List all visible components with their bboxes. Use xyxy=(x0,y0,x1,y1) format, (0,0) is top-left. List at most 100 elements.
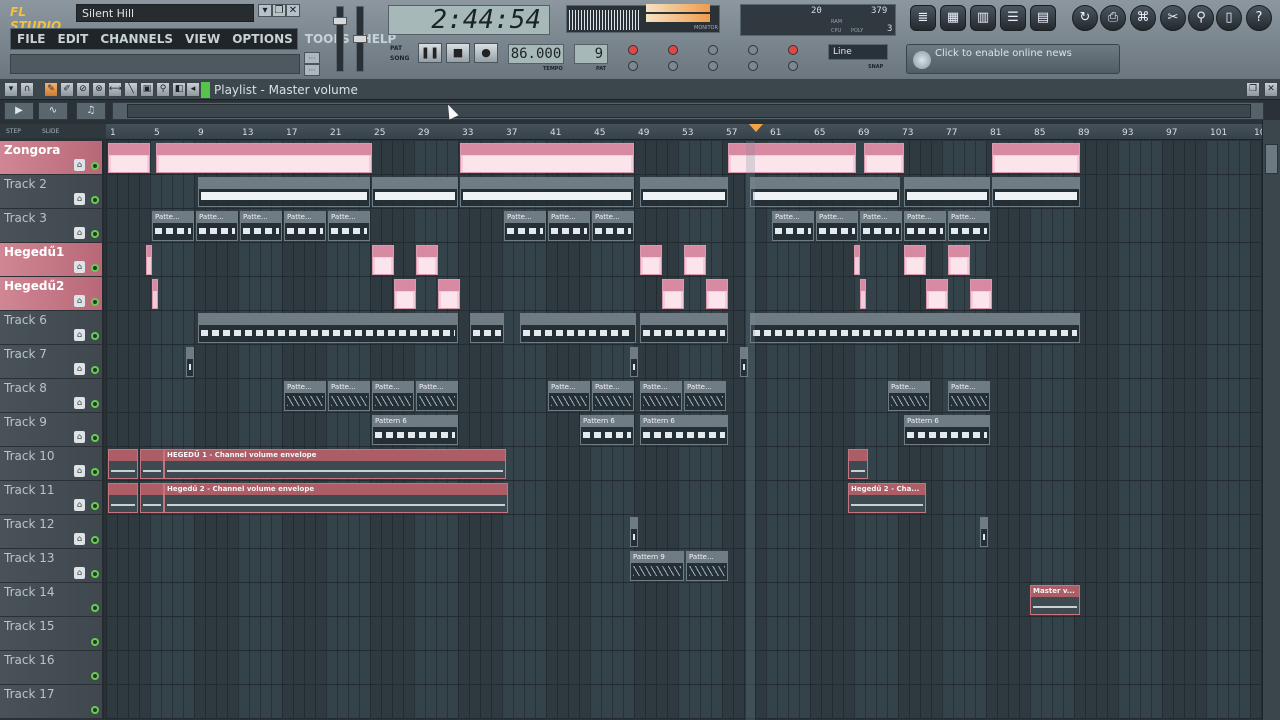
track-header[interactable]: Track 7 ⌂ xyxy=(0,345,104,379)
menu-view[interactable]: VIEW xyxy=(185,32,220,46)
track-lane[interactable]: Patte... Patte... Patte... Patte... Patte...… xyxy=(106,379,1262,413)
countdown-led[interactable] xyxy=(668,61,678,71)
pattern-clip[interactable] xyxy=(684,245,706,275)
pattern-clip[interactable] xyxy=(904,245,926,275)
pattern-clip[interactable] xyxy=(970,279,992,309)
multilink-led[interactable] xyxy=(788,45,798,55)
playlist-title[interactable]: Playlist - Master volume xyxy=(214,83,358,97)
pattern-clip[interactable] xyxy=(140,483,164,513)
pattern-clip[interactable] xyxy=(198,313,458,343)
track-header[interactable]: Hegedű2 ⌂ xyxy=(0,277,104,311)
pattern-clip[interactable] xyxy=(108,483,138,513)
pattern-clip[interactable] xyxy=(198,177,370,207)
tools-icon[interactable]: ✂ xyxy=(1160,5,1186,31)
pattern-clip[interactable]: Patte... xyxy=(416,381,458,411)
track-mute-led[interactable] xyxy=(91,264,99,272)
pattern-clip[interactable]: Patte... xyxy=(240,211,282,241)
zoom-tool-icon[interactable]: ⚲ xyxy=(156,82,170,97)
pattern-clip[interactable]: Pattern 6 xyxy=(904,415,990,445)
snap-select[interactable]: Line xyxy=(828,44,888,60)
pattern-clip[interactable]: Patte... xyxy=(196,211,238,241)
magnet-icon[interactable]: ∩ xyxy=(20,82,34,97)
pattern-view-button[interactable]: ♫ xyxy=(76,102,106,120)
stop-button[interactable]: ■ xyxy=(446,43,470,63)
pattern-clip[interactable]: HEGEDŰ 1 - Channel volume envelope xyxy=(164,449,506,479)
track-lane[interactable]: Pattern 9 Patte... xyxy=(106,549,1262,583)
pattern-clip[interactable]: Patte... xyxy=(548,211,590,241)
pattern-clip[interactable] xyxy=(640,313,728,343)
pattern-clip[interactable]: Patte... xyxy=(548,381,590,411)
pattern-clip[interactable] xyxy=(860,279,866,309)
pattern-clip[interactable] xyxy=(140,449,164,479)
track-mute-led[interactable] xyxy=(91,230,99,238)
track-mute-led[interactable] xyxy=(91,298,99,306)
pattern-clip[interactable]: Patte... xyxy=(592,381,634,411)
pattern-clip[interactable] xyxy=(854,245,860,275)
track-lane[interactable]: Master v... xyxy=(106,583,1262,617)
pattern-clip[interactable]: Patte... xyxy=(284,381,326,411)
step-toggle[interactable]: STEP xyxy=(6,128,21,135)
minimize-icon[interactable]: ▾ xyxy=(258,4,272,17)
pattern-clip[interactable]: Patte... xyxy=(328,211,370,241)
pencil-icon[interactable]: ✎ xyxy=(44,82,58,97)
loop-rec-led[interactable] xyxy=(748,61,758,71)
pattern-clip[interactable] xyxy=(416,245,438,275)
pattern-clip[interactable]: Pattern 9 xyxy=(630,551,684,581)
track-header[interactable]: Track 6 ⌂ xyxy=(0,311,104,345)
pattern-clip[interactable] xyxy=(394,279,416,309)
track-mute-led[interactable] xyxy=(91,570,99,578)
pattern-clip[interactable]: Patte... xyxy=(504,211,546,241)
track-mute-led[interactable] xyxy=(91,400,99,408)
pattern-clip[interactable] xyxy=(662,279,684,309)
track-lane[interactable] xyxy=(106,175,1262,209)
pattern-clip[interactable] xyxy=(460,177,634,207)
pattern-clip[interactable]: Patte... xyxy=(372,381,414,411)
slice-tool-icon[interactable]: ╲ xyxy=(124,82,138,97)
time-display[interactable]: 2:44:54 xyxy=(388,5,550,35)
pattern-clip[interactable] xyxy=(520,313,636,343)
track-lane[interactable] xyxy=(106,515,1262,549)
plugin-icon[interactable]: ⌘ xyxy=(1130,5,1156,31)
online-news-panel[interactable]: Click to enable online news xyxy=(906,44,1120,74)
pattern-clip[interactable]: Patte... xyxy=(888,381,930,411)
pattern-clip[interactable]: Patte... xyxy=(948,381,990,411)
pattern-clip[interactable] xyxy=(372,177,458,207)
track-lane[interactable] xyxy=(106,617,1262,651)
lock-icon[interactable]: ⌂ xyxy=(74,159,85,171)
song-position-marker[interactable] xyxy=(749,124,763,132)
lock-icon[interactable]: ⌂ xyxy=(74,363,85,375)
track-header[interactable]: Track 14 xyxy=(0,583,104,617)
track-lane[interactable] xyxy=(106,685,1262,719)
lock-icon[interactable]: ⌂ xyxy=(74,499,85,511)
pattern-clip[interactable] xyxy=(864,143,904,173)
lock-icon[interactable]: ⌂ xyxy=(74,329,85,341)
search-icon[interactable]: ⚲ xyxy=(1188,5,1214,31)
pattern-clip[interactable]: Pattern 6 xyxy=(640,415,728,445)
track-header[interactable]: Hegedű1 ⌂ xyxy=(0,243,104,277)
pattern-clip[interactable] xyxy=(108,449,138,479)
pattern-clip[interactable] xyxy=(152,279,158,309)
pattern-clip[interactable] xyxy=(992,143,1080,173)
delete-tool-icon[interactable]: ⊘ xyxy=(76,82,90,97)
help-icon[interactable]: ? xyxy=(1246,5,1272,31)
vertical-scroll-thumb[interactable] xyxy=(1265,144,1278,174)
document-icon[interactable]: ▯ xyxy=(1216,5,1242,31)
horizontal-scroll-thumb[interactable] xyxy=(127,104,1251,118)
track-mute-led[interactable] xyxy=(91,468,99,476)
track-header[interactable]: Track 3 ⌂ xyxy=(0,209,104,243)
track-mute-led[interactable] xyxy=(91,672,99,680)
track-mute-led[interactable] xyxy=(91,332,99,340)
pattern-clip[interactable]: Patte... xyxy=(592,211,634,241)
pattern-clip[interactable]: Patte... xyxy=(328,381,370,411)
slip-tool-icon[interactable]: ⟷ xyxy=(108,82,122,97)
pattern-clip[interactable] xyxy=(460,143,634,173)
track-mute-led[interactable] xyxy=(91,162,99,170)
pattern-clip[interactable] xyxy=(706,279,728,309)
render-icon[interactable]: ↻ xyxy=(1072,5,1098,31)
pattern-clip[interactable]: Patte... xyxy=(284,211,326,241)
track-lane[interactable] xyxy=(106,243,1262,277)
detach-icon[interactable]: ❐ xyxy=(1246,82,1260,97)
track-lane[interactable]: HEGEDŰ 1 - Channel volume envelope xyxy=(106,447,1262,481)
pattern-clip[interactable]: Patte... xyxy=(152,211,194,241)
track-header[interactable]: Track 12 ⌂ xyxy=(0,515,104,549)
